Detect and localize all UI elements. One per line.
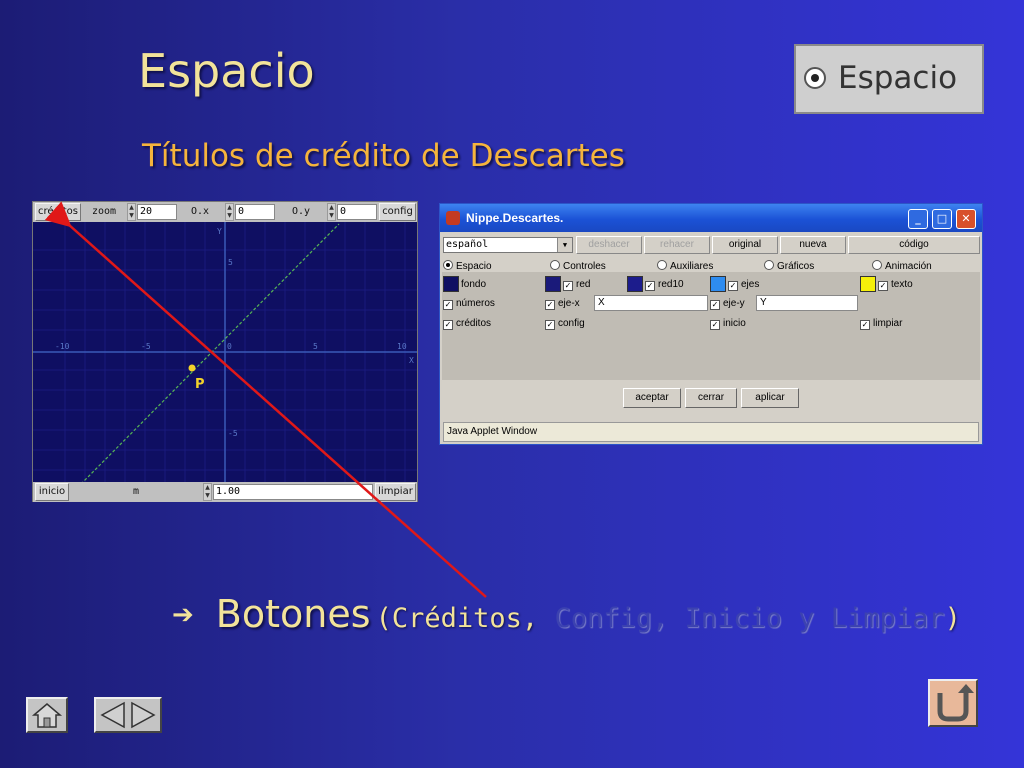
bullet-close-paren: )	[944, 603, 961, 634]
pointer-arrow	[44, 201, 487, 598]
prev-icon[interactable]	[100, 701, 125, 729]
home-icon	[31, 703, 63, 728]
bullet-line: ➔ Botones (Créditos, Config, Inicio y Lim…	[172, 592, 961, 636]
prev-next-buttons	[94, 697, 162, 733]
pointer-overlay	[44, 201, 487, 598]
return-icon	[937, 684, 974, 722]
bullet-main: Botones	[215, 592, 371, 636]
bullet-open-paren: (	[375, 603, 392, 634]
bullet-item-rest: Config, Inicio y Limpiar	[538, 603, 945, 634]
home-button[interactable]	[26, 697, 68, 733]
bullet-item-creditos: Créditos,	[391, 603, 539, 634]
return-button[interactable]	[928, 679, 978, 727]
next-icon[interactable]	[131, 701, 156, 729]
arrow-bullet-icon: ➔	[172, 600, 194, 630]
